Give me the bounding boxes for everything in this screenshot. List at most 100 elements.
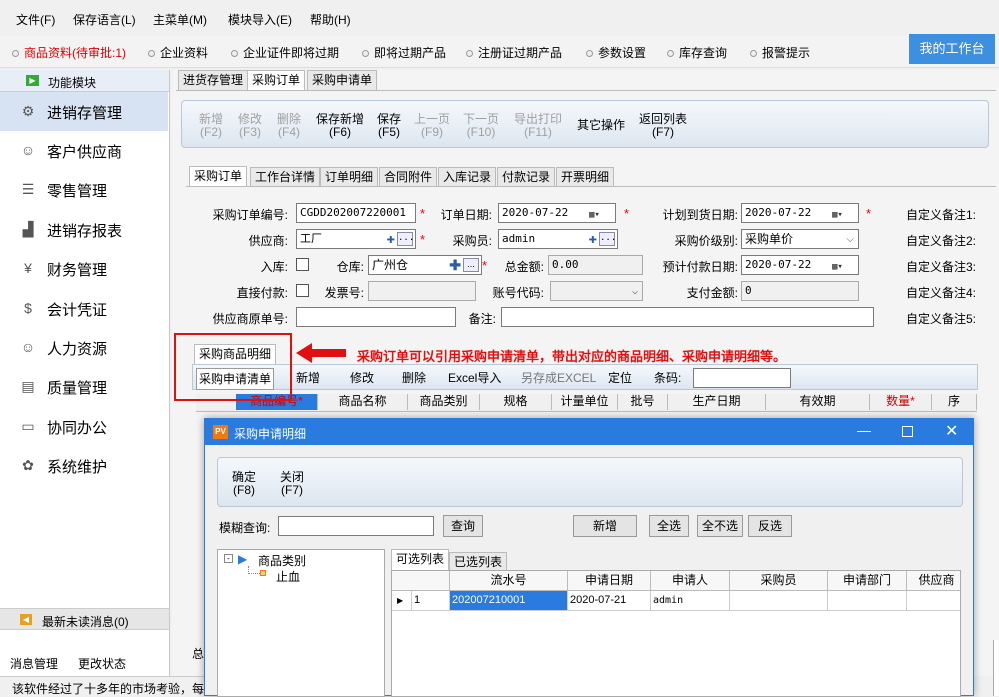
tree-root[interactable]: 商品类别 (258, 552, 306, 569)
other-ops-button[interactable]: 其它操作 (577, 119, 625, 132)
tab-available-list[interactable]: 可选列表 (391, 549, 450, 570)
tree-collapse-icon[interactable]: - (224, 554, 233, 563)
col-batch[interactable]: 批号 (618, 394, 668, 410)
menu-file[interactable]: 文件(F) (16, 11, 55, 28)
subtab-invoice[interactable]: 开票明细 (556, 167, 615, 187)
col-supplier[interactable]: 供应商 (907, 571, 960, 591)
confirm-button[interactable]: 确定 (F8) (232, 471, 256, 497)
col-applicant[interactable]: 申请人 (651, 571, 730, 591)
calendar-dropdown-icon[interactable]: ▦▾ (832, 258, 856, 272)
orig-no-field[interactable] (296, 307, 456, 327)
account-code-select[interactable]: ⌵ (550, 281, 643, 301)
col-production-date[interactable]: 生产日期 (668, 394, 766, 410)
ellipsis-button[interactable]: ... (397, 232, 414, 246)
menu-save-language[interactable]: 保存语言(L) (73, 11, 136, 28)
sidebar-item-retail[interactable]: ☰ 零售管理 (0, 170, 168, 209)
col-product-category[interactable]: 商品类别 (408, 394, 480, 410)
export-print-button[interactable]: 导出打印 (F11) (514, 113, 562, 139)
sidebar-item-hr[interactable]: ☺ 人力资源 (0, 328, 168, 367)
price-level-select[interactable]: 采购单价 ⌵ (741, 229, 859, 249)
order-no-field[interactable]: CGDD202007220001 (296, 203, 416, 223)
col-spec[interactable]: 规格 (480, 394, 552, 410)
direct-pay-checkbox[interactable] (296, 284, 309, 297)
sidebar-item-office[interactable]: ▭ 协同办公 (0, 407, 168, 446)
unread-messages-bar[interactable]: ◀ 最新未读消息(0) (0, 608, 169, 630)
table-row[interactable]: ▶ 1 202007210001 2020-07-21 admin (392, 591, 960, 611)
select-all-button[interactable]: 全选 (649, 515, 689, 537)
ellipsis-button[interactable]: ... (599, 232, 616, 246)
excel-import-button[interactable]: Excel导入 (448, 372, 501, 385)
buyer-field[interactable]: admin ✚ ... (498, 229, 618, 249)
nav-alerts[interactable]: 报警提示 (750, 44, 810, 61)
pay-amount-field[interactable]: 0 (741, 281, 859, 301)
sidebar-item-inventory[interactable]: ⚙ 进销存管理 (0, 92, 168, 131)
sidebar-item-reports[interactable]: ▟ 进销存报表 (0, 210, 168, 249)
sidebar-item-quality[interactable]: ▤ 质量管理 (0, 367, 168, 406)
save-new-button[interactable]: 保存新增 (F6) (316, 113, 364, 139)
locate-button[interactable]: 定位 (608, 372, 632, 385)
nav-params[interactable]: 参数设置 (586, 44, 646, 61)
cell-dept[interactable] (828, 591, 907, 611)
col-expiry[interactable]: 有效期 (766, 394, 870, 410)
nav-cert-expiring[interactable]: 企业证件即将过期 (231, 44, 339, 61)
col-buyer[interactable]: 采购员 (730, 571, 828, 591)
detail-new-button[interactable]: 新增 (296, 372, 320, 385)
menu-main[interactable]: 主菜单(M) (153, 11, 207, 28)
cell-applicant[interactable]: admin (651, 591, 730, 611)
save-button[interactable]: 保存 (F5) (377, 113, 401, 139)
calendar-dropdown-icon[interactable]: ▦▾ (589, 206, 613, 220)
order-date-field[interactable]: 2020-07-22 ▦▾ (498, 203, 616, 223)
subtab-order-detail[interactable]: 订单明细 (320, 167, 379, 187)
cell-serial-no[interactable]: 202007210001 (450, 591, 568, 611)
close-dialog-button[interactable]: 关闭 (F7) (280, 471, 304, 497)
minimize-icon[interactable]: — (857, 422, 871, 438)
save-as-excel-button[interactable]: 另存成EXCEL (521, 372, 596, 385)
cell-request-date[interactable]: 2020-07-21 (568, 591, 651, 611)
col-product-name[interactable]: 商品名称 (318, 394, 408, 410)
col-dept[interactable]: 申请部门 (828, 571, 907, 591)
subtab-order[interactable]: 采购订单 (189, 166, 248, 187)
col-unit[interactable]: 计量单位 (552, 394, 618, 410)
plus-icon[interactable]: ✚ (387, 230, 395, 248)
invoice-field[interactable] (368, 281, 476, 301)
message-manage-link[interactable]: 消息管理 (10, 655, 58, 672)
nav-reg-expired[interactable]: 注册证过期产品 (466, 44, 562, 61)
col-quantity[interactable]: 数量* (870, 394, 932, 410)
nav-company-info[interactable]: 企业资料 (148, 44, 208, 61)
remark-field[interactable] (501, 307, 874, 327)
instock-checkbox[interactable] (296, 258, 309, 271)
sidebar-item-finance[interactable]: ¥ 财务管理 (0, 249, 168, 288)
query-button[interactable]: 查询 (443, 515, 483, 537)
subtab-contract[interactable]: 合同附件 (379, 167, 438, 187)
tab-purchase-request[interactable]: 采购申请单 (307, 70, 378, 90)
select-none-button[interactable]: 全不选 (697, 515, 743, 537)
invert-select-button[interactable]: 反选 (748, 515, 792, 537)
back-to-list-button[interactable]: 返回列表 (F7) (639, 113, 687, 139)
menu-help[interactable]: 帮助(H) (310, 11, 351, 28)
sidebar-item-customers[interactable]: ☺ 客户供应商 (0, 131, 168, 170)
prepay-date-field[interactable]: 2020-07-22 ▦▾ (741, 255, 859, 275)
cell-buyer[interactable] (730, 591, 828, 611)
subtab-payment[interactable]: 付款记录 (497, 167, 556, 187)
close-icon[interactable]: ✕ (945, 421, 958, 441)
next-page-button[interactable]: 下一页 (F10) (463, 113, 499, 139)
barcode-input[interactable] (693, 368, 791, 388)
edit-button[interactable]: 修改 (F3) (238, 113, 262, 139)
col-serial-no[interactable]: 流水号 (450, 571, 568, 591)
sidebar-item-vouchers[interactable]: $ 会计凭证 (0, 289, 168, 328)
prev-page-button[interactable]: 上一页 (F9) (414, 113, 450, 139)
new-button[interactable]: 新增 (F2) (199, 113, 223, 139)
col-request-date[interactable]: 申请日期 (568, 571, 651, 591)
my-workbench-button[interactable]: 我的工作台 (909, 34, 995, 64)
tree-child[interactable]: 止血 (276, 568, 300, 585)
tab-selected-list[interactable]: 已选列表 (449, 552, 508, 572)
plus-icon[interactable]: ✚ (589, 230, 597, 248)
nav-product-info[interactable]: 商品资料(待审批:1) (12, 44, 126, 61)
warehouse-field[interactable]: 广州仓 ✚ ... (368, 255, 482, 275)
change-status-link[interactable]: 更改状态 (78, 655, 126, 672)
detail-edit-button[interactable]: 修改 (350, 372, 374, 385)
fuzzy-search-input[interactable] (278, 516, 434, 536)
nav-expiring-products[interactable]: 即将过期产品 (362, 44, 446, 61)
nav-stock-query[interactable]: 库存查询 (667, 44, 727, 61)
maximize-icon[interactable] (902, 426, 913, 437)
